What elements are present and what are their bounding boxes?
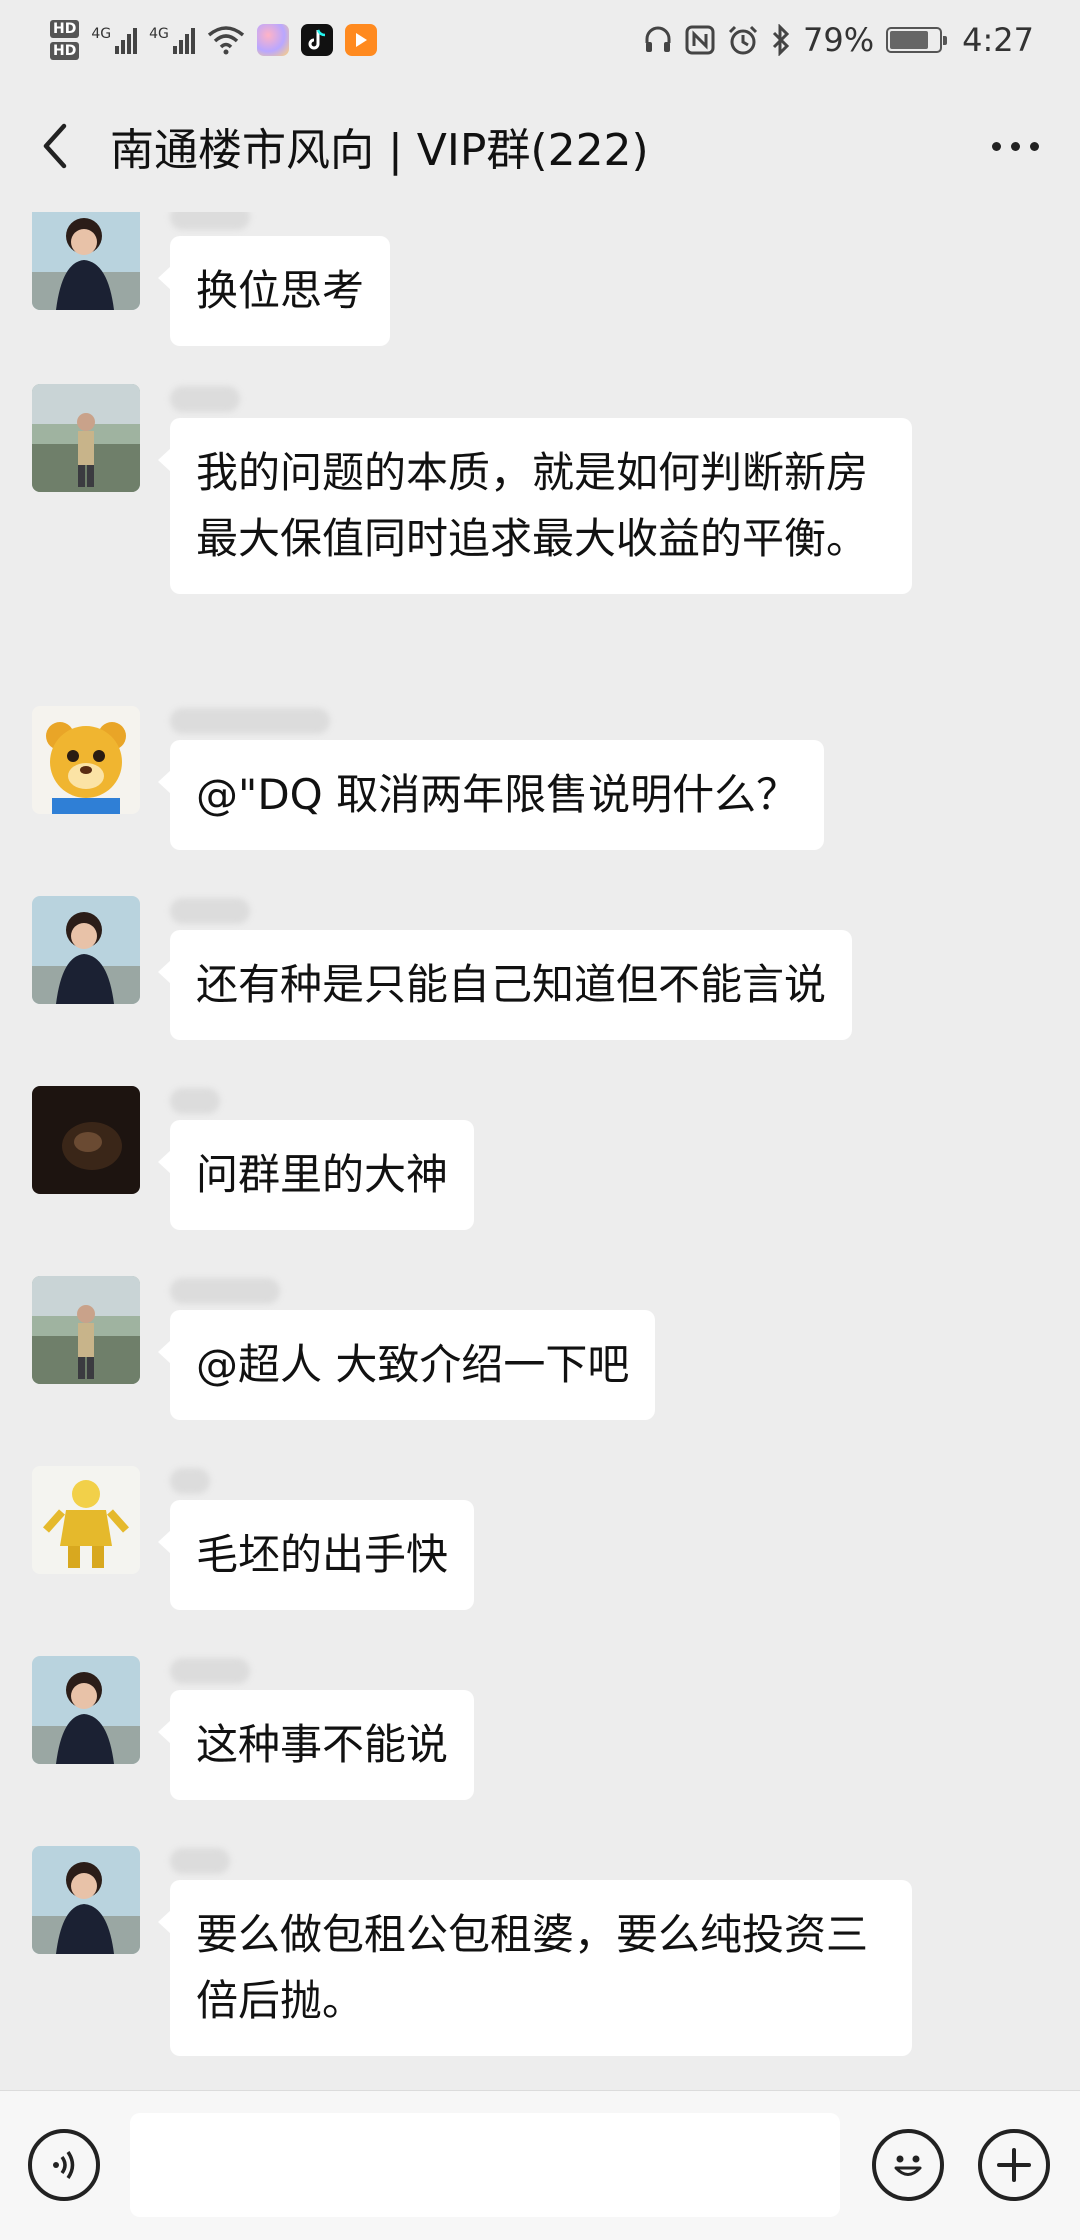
message-bubble[interactable]: 还有种是只能自己知道但不能言说 xyxy=(157,930,853,1040)
photos-app-icon xyxy=(256,24,289,56)
plus-icon xyxy=(997,2148,1031,2182)
message-bubble[interactable]: 我的问题的本质，就是如何判断新房最大保值同时追求最大收益的平衡。 xyxy=(158,418,912,594)
sender-name-blurred xyxy=(170,1088,220,1114)
chat-title: 南通楼市风向 | VIP群(222) xyxy=(110,125,649,176)
message-bubble[interactable]: 问群里的大神 xyxy=(157,1120,475,1230)
chat-screen: HD HD 4G 4G 79% 4:27 南通楼市风向 | VIP群(222) … xyxy=(0,0,1080,2240)
hd-indicators: HD HD xyxy=(50,20,80,60)
alarm-icon xyxy=(728,25,758,55)
clock: 4:27 xyxy=(962,21,1034,59)
emoji-icon xyxy=(894,2155,922,2176)
nfc-icon xyxy=(685,25,715,55)
signal-icon: 4G xyxy=(149,26,195,54)
voice-button[interactable] xyxy=(28,2129,100,2201)
dark-photo-avatar[interactable] xyxy=(32,1086,140,1194)
hd-icon: HD xyxy=(50,42,80,60)
sender-name-blurred xyxy=(170,1278,280,1304)
sender-name-blurred xyxy=(170,1848,230,1874)
message-bubble[interactable]: @"DQ 取消两年限售说明什么？ xyxy=(157,740,825,850)
battery-icon xyxy=(886,27,948,53)
status-bar: HD HD 4G 4G 79% 4:27 xyxy=(0,0,1080,80)
battery-level xyxy=(890,31,929,49)
status-left: HD HD 4G 4G xyxy=(50,20,377,60)
status-right: 79% 4:27 xyxy=(643,21,1034,59)
input-bar xyxy=(0,2090,1080,2240)
wifi-icon xyxy=(207,26,244,55)
sender-name-blurred xyxy=(170,708,330,734)
bluetooth-icon xyxy=(772,24,790,56)
message-bubble[interactable]: 换位思考 xyxy=(157,236,391,346)
message-bubble[interactable]: 要么做包租公包租婆，要么纯投资三倍后抛。 xyxy=(158,1880,912,2056)
more-options-button[interactable] xyxy=(950,80,1080,212)
girl-avatar[interactable] xyxy=(32,896,140,1004)
bear-avatar[interactable] xyxy=(32,706,140,814)
gold-figure-avatar[interactable] xyxy=(32,1466,140,1574)
battery-percent: 79% xyxy=(803,21,875,59)
sender-name-blurred xyxy=(170,1658,250,1684)
message-bubble[interactable]: @超人 大致介绍一下吧 xyxy=(157,1310,656,1420)
sender-name-blurred xyxy=(170,1468,210,1494)
girl-avatar[interactable] xyxy=(32,212,140,310)
chevron-left-icon xyxy=(43,123,67,169)
emoji-button[interactable] xyxy=(872,2129,944,2201)
tiktok-app-icon xyxy=(300,24,333,56)
more-dots-icon xyxy=(991,141,1001,151)
sender-name-blurred xyxy=(170,212,250,230)
sender-name-blurred xyxy=(170,898,250,924)
message-list[interactable]: 换位思考 我的问题的本质，就是如何判断新房最大保值同时追求最大收益的平衡。 @"… xyxy=(0,212,1080,2090)
girl-avatar[interactable] xyxy=(32,1846,140,1954)
man-outdoor-avatar[interactable] xyxy=(32,1276,140,1384)
plus-button[interactable] xyxy=(978,2129,1050,2201)
girl-avatar[interactable] xyxy=(32,1656,140,1764)
message-input[interactable] xyxy=(130,2113,840,2217)
message-bubble[interactable]: 这种事不能说 xyxy=(157,1690,475,1800)
chat-header: 南通楼市风向 | VIP群(222) xyxy=(0,80,1080,212)
voice-icon xyxy=(53,2151,75,2179)
back-button[interactable] xyxy=(0,80,110,212)
man-outdoor-avatar[interactable] xyxy=(32,384,140,492)
hd-icon: HD xyxy=(50,20,80,38)
sender-name-blurred xyxy=(170,386,240,412)
message-bubble[interactable]: 毛坯的出手快 xyxy=(157,1500,475,1610)
video-app-icon xyxy=(344,24,377,56)
signal-icon: 4G xyxy=(91,26,138,54)
headset-icon xyxy=(645,26,671,52)
